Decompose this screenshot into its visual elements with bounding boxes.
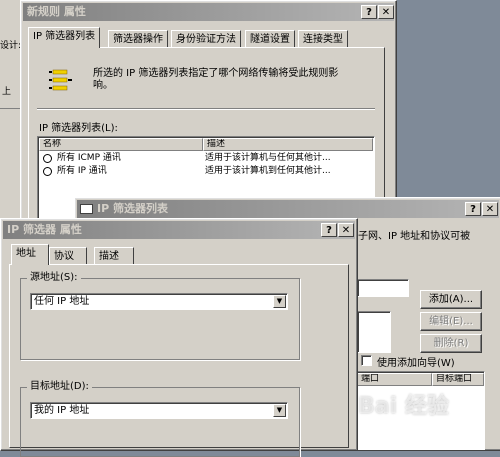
remove-button[interactable]: 删除(R) [420,334,482,353]
list-item-description: 适用于该计算机与任何其他计... [205,153,331,163]
window-icon [80,204,93,214]
list-item[interactable]: 所有 IP 通讯 适用于该计算机到任何其他计... [39,165,373,178]
radio-button[interactable] [43,154,52,163]
source-address-group: 源地址(S): 任何 IP 地址 ▼ [20,272,300,360]
column-header-dest-port[interactable]: 目标端口 [432,373,484,386]
tab-connection-type[interactable]: 连接类型 [298,30,348,48]
filter-list-title: IP 筛选器列表 [97,202,168,215]
column-header-port[interactable]: 端口 [357,373,432,386]
radio-button[interactable] [43,167,52,176]
filter-properties-title: IP 筛选器 属性 [7,223,82,236]
help-button[interactable]: ? [321,223,337,237]
source-address-label: 源地址(S): [27,272,81,284]
tab-address[interactable]: 地址 [11,244,49,265]
edit-button[interactable]: 编辑(E)... [420,312,482,331]
wizard-checkbox[interactable] [361,355,372,366]
dest-address-select[interactable]: 我的 IP 地址 ▼ [30,402,288,419]
rule-properties-title: 新规则 属性 [27,5,86,18]
separator [37,108,375,109]
list-item-description: 适用于该计算机到任何其他计... [205,166,331,176]
dropdown-arrow-icon[interactable]: ▼ [273,295,286,308]
wizard-checkbox-label: 使用添加向导(W) [377,358,455,369]
column-header-name[interactable]: 名称 [39,138,203,151]
rule-description: 所选的 IP 筛选器列表指定了哪个网络传输将受此规则影响。 [93,68,339,91]
list-item[interactable]: 所有 ICMP 通讯 适用于该计算机与任何其他计... [39,152,373,165]
watermark: Bai 经验 [358,394,449,419]
tab-tunnel-settings[interactable]: 隧道设置 [245,30,295,48]
source-address-select[interactable]: 任何 IP 地址 ▼ [30,293,288,310]
tab-description[interactable]: 描述 [94,247,134,265]
source-address-value: 任何 IP 地址 [34,296,90,307]
dest-address-value: 我的 IP 地址 [34,405,90,416]
dest-address-group: 目标地址(D): 我的 IP 地址 ▼ [20,381,300,457]
background-window-text-2: 上 [2,87,12,97]
filter-properties-tab-panel: 源地址(S): 任何 IP 地址 ▼ 目标地址(D): 我的 IP 地址 ▼ [9,264,349,457]
filter-properties-window: IP 筛选器 属性 ? ✕ 地址 协议 描述 源地址(S): 任何 IP 地址 … [0,218,358,457]
close-button[interactable]: ✕ [338,223,354,237]
close-button[interactable]: ✕ [482,202,498,216]
dest-address-label: 目标地址(D): [27,381,92,393]
tab-protocol[interactable]: 协议 [49,247,87,265]
filter-properties-titlebar: IP 筛选器 属性 [3,221,355,239]
tab-filter-action[interactable]: 筛选器操作 [108,30,168,48]
list-item-name: 所有 IP 通讯 [57,166,107,176]
close-button[interactable]: ✕ [378,5,394,19]
help-button[interactable]: ? [361,5,377,19]
list-item-name: 所有 ICMP 通讯 [57,153,121,163]
filter-list-description: 子网、IP 地址和协议可被 [358,231,471,242]
column-header-description[interactable]: 描述 [203,138,373,151]
dropdown-arrow-icon[interactable]: ▼ [273,404,286,417]
filter-list-label: IP 筛选器列表(L): [39,123,118,134]
tab-auth-methods[interactable]: 身份验证方法 [171,30,241,48]
filter-listbox[interactable] [357,311,391,353]
filter-list-icon [49,69,72,91]
filter-name-input[interactable] [357,279,409,297]
add-button[interactable]: 添加(A)... [420,290,482,309]
background-window-text: 设计: [0,41,22,51]
help-button[interactable]: ? [465,202,481,216]
tab-ip-filter-list[interactable]: IP 筛选器列表 [28,27,101,48]
background-divider [0,108,22,109]
rule-properties-titlebar: 新规则 属性 [23,3,394,21]
filter-list-titlebar: IP 筛选器列表 [77,200,499,218]
